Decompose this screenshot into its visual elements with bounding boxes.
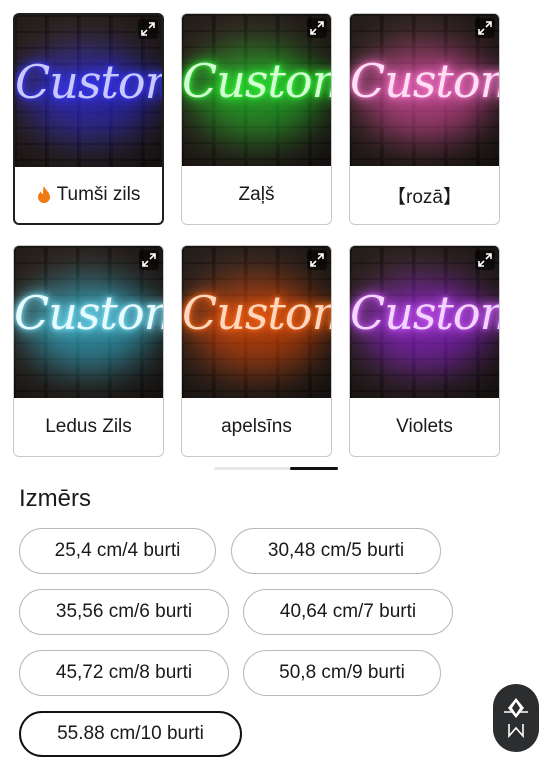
color-option-label-wrap: 【rozā】 — [350, 166, 499, 224]
color-option-green[interactable]: Custom Zaļš — [181, 13, 332, 225]
color-option-label-wrap: Ledus Zils — [14, 398, 163, 456]
neon-preview-image: Custom — [350, 14, 499, 166]
color-option-orange[interactable]: Custom apelsīns — [181, 245, 332, 457]
size-option-label: 25,4 cm/4 burti — [54, 540, 181, 561]
size-option-9[interactable]: 50,8 cm/9 burti — [243, 650, 441, 696]
size-option-label: 30,48 cm/5 burti — [267, 540, 405, 561]
color-option-dark-blue[interactable]: Custom Tumši zils — [13, 13, 164, 225]
color-option-label: Violets — [396, 416, 453, 437]
size-option-6[interactable]: 35,56 cm/6 burti — [19, 589, 229, 635]
size-option-label: 35,56 cm/6 burti — [55, 601, 193, 622]
expand-icon[interactable] — [475, 250, 495, 270]
neon-preview-image: Custom — [182, 14, 331, 166]
neon-preview-image: Custom — [182, 246, 331, 398]
size-option-10[interactable]: 55.88 cm/10 burti — [19, 711, 242, 757]
neon-preview-text: Custom — [14, 286, 163, 340]
size-option-5[interactable]: 30,48 cm/5 burti — [231, 528, 441, 574]
size-option-label: 55.88 cm/10 burti — [57, 723, 204, 744]
color-option-label: apelsīns — [221, 416, 292, 437]
neon-preview-text: Custom — [15, 55, 162, 109]
color-option-label-wrap: Tumši zils — [15, 167, 162, 223]
size-option-label: 45,72 cm/8 burti — [55, 662, 193, 683]
neon-preview-image: Custom — [14, 246, 163, 398]
color-option-label: Tumši zils — [56, 184, 141, 205]
brand-chat-button[interactable] — [493, 684, 539, 752]
brand-logo-icon — [504, 698, 528, 739]
size-option-4[interactable]: 25,4 cm/4 burti — [19, 528, 216, 574]
color-option-pink[interactable]: Custom 【rozā】 — [349, 13, 500, 225]
size-section-title: Izmērs — [19, 485, 91, 512]
color-option-ice-blue[interactable]: Custom Ledus Zils — [13, 245, 164, 457]
color-option-label: Ledus Zils — [45, 416, 132, 437]
color-option-label-wrap: Zaļš — [182, 166, 331, 224]
neon-preview-text: Custom — [350, 54, 499, 108]
expand-icon[interactable] — [138, 19, 158, 39]
expand-icon[interactable] — [475, 18, 495, 38]
size-option-label: 50,8 cm/9 burti — [279, 662, 405, 683]
size-option-8[interactable]: 45,72 cm/8 burti — [19, 650, 229, 696]
size-option-label: 40,64 cm/7 burti — [279, 601, 417, 622]
expand-icon[interactable] — [307, 250, 327, 270]
expand-icon[interactable] — [139, 250, 159, 270]
pager-thumb[interactable] — [290, 467, 338, 470]
carousel-pager[interactable] — [214, 467, 338, 470]
expand-icon[interactable] — [307, 18, 327, 38]
neon-preview-text: Custom — [182, 286, 331, 340]
fire-icon — [37, 186, 50, 203]
color-option-label: Zaļš — [238, 184, 275, 205]
neon-preview-image: Custom — [15, 15, 162, 167]
neon-preview-image: Custom — [350, 246, 499, 398]
color-option-label-wrap: Violets — [350, 398, 499, 456]
color-option-label: 【rozā】 — [387, 186, 462, 208]
color-option-violet[interactable]: Custom Violets — [349, 245, 500, 457]
color-option-label-wrap: apelsīns — [182, 398, 331, 456]
size-option-7[interactable]: 40,64 cm/7 burti — [243, 589, 453, 635]
neon-preview-text: Custom — [182, 54, 331, 108]
neon-preview-text: Custom — [350, 286, 499, 340]
